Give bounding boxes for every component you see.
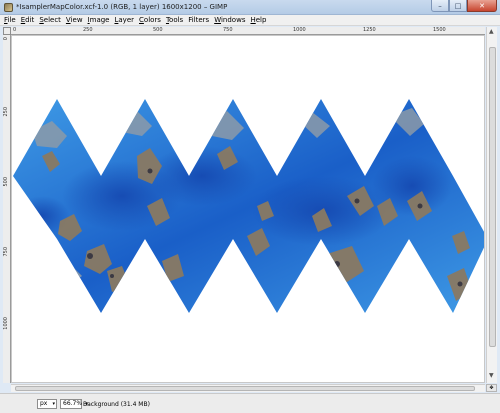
menu-label: elect <box>43 16 61 24</box>
minimize-button[interactable]: – <box>431 0 449 12</box>
menu-label: iew <box>70 16 83 24</box>
vertical-scrollbar[interactable]: ▲ ▼ <box>486 27 497 383</box>
vertical-scroll-thumb[interactable] <box>489 47 496 347</box>
menu-label: elp <box>255 16 267 24</box>
unit-dropdown[interactable]: px ▾ <box>37 399 57 409</box>
menu-label: mage <box>89 16 110 24</box>
menu-label: ile <box>7 16 16 24</box>
menu-label: olors <box>143 16 161 24</box>
vertical-ruler[interactable]: 0 250 500 750 1000 <box>3 35 11 383</box>
close-button[interactable]: ✕ <box>467 0 497 12</box>
ruler-tick-label: 500 <box>3 177 9 187</box>
ruler-tick-label: 500 <box>153 27 163 33</box>
horizontal-scrollbar[interactable] <box>11 384 485 392</box>
ruler-tick-label: 0 <box>3 37 9 41</box>
ruler-tick-label: 250 <box>83 27 93 33</box>
menu-item-windows[interactable]: Windows <box>214 15 245 25</box>
scroll-up-icon[interactable]: ▲ <box>489 28 494 35</box>
maximize-button[interactable]: □ <box>449 0 467 12</box>
menu-item-colors[interactable]: Colors <box>139 15 161 25</box>
menu-label: Filters <box>188 16 210 24</box>
window-controls: – □ ✕ <box>431 0 497 13</box>
image-window: 0 250 500 750 1000 1250 1500 0 250 500 750 1000 <box>0 26 500 393</box>
ruler-tick-label: 250 <box>3 107 9 117</box>
menu-accelerator: W <box>214 16 221 24</box>
ruler-tick-label: 750 <box>223 27 233 33</box>
image-canvas[interactable] <box>11 35 485 383</box>
menu-item-view[interactable]: View <box>66 15 83 25</box>
menu-label: dit <box>25 16 35 24</box>
menu-item-help[interactable]: Help <box>250 15 266 25</box>
menu-item-file[interactable]: File <box>4 15 16 25</box>
ruler-tick-label: 1000 <box>3 317 9 330</box>
ruler-tick-label: 1000 <box>293 27 306 33</box>
scroll-down-icon[interactable]: ▼ <box>489 372 494 379</box>
ruler-tick-label: 750 <box>3 247 9 257</box>
map-shape <box>13 99 484 313</box>
menu-item-edit[interactable]: Edit <box>21 15 35 25</box>
unit-value: px <box>40 400 48 407</box>
zoom-value: 66.7% <box>63 400 83 407</box>
window-title: *IsamplerMapColor.xcf-1.0 (RGB, 1 layer)… <box>16 3 228 11</box>
gimp-app-icon[interactable] <box>4 3 13 12</box>
ruler-tick-label: 1500 <box>433 27 446 33</box>
status-message: Background (31.4 MB) <box>83 401 150 408</box>
horizontal-ruler[interactable]: 0 250 500 750 1000 1250 1500 <box>11 27 485 35</box>
ruler-tick-label: 1250 <box>363 27 376 33</box>
menu-item-tools[interactable]: Tools <box>166 15 183 25</box>
ruler-tick-label: 0 <box>13 27 17 33</box>
title-bar: *IsamplerMapColor.xcf-1.0 (RGB, 1 layer)… <box>0 0 500 15</box>
menu-label: ools <box>169 16 184 24</box>
horizontal-scroll-thumb[interactable] <box>15 386 475 391</box>
quick-mask-corner[interactable] <box>3 27 11 35</box>
menu-bar: File Edit Select View Image Layer Colors Tools F… <box>0 15 500 26</box>
zoom-dropdown[interactable]: 66.7% ▾ <box>60 399 88 409</box>
icosahedron-map <box>13 99 484 313</box>
menu-label: indows <box>220 16 246 24</box>
status-bar: px ▾ 66.7% ▾ Background (31.4 MB) <box>0 393 500 413</box>
menu-item-layer[interactable]: Layer <box>114 15 134 25</box>
menu-item-filters[interactable]: Filters <box>188 15 209 25</box>
navigate-icon[interactable]: ✥ <box>486 384 497 392</box>
menu-label: ayer <box>118 16 135 24</box>
chevron-down-icon: ▾ <box>52 401 55 407</box>
menu-item-image[interactable]: Image <box>88 15 110 25</box>
menu-item-select[interactable]: Select <box>39 15 61 25</box>
